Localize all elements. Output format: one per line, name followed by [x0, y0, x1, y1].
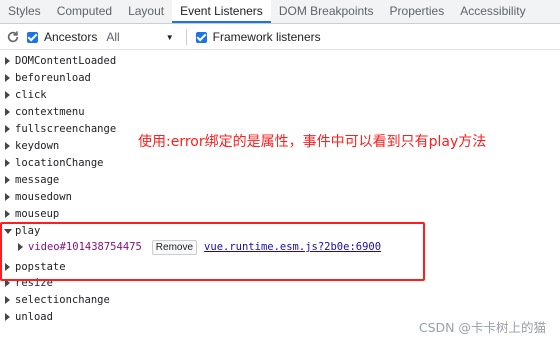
listener-row-play[interactable]: video#101438754475 Remove vue.runtime.es…: [0, 239, 381, 255]
listener-filter-value: All: [106, 30, 120, 44]
tab-styles[interactable]: Styles: [0, 0, 49, 23]
event-name: locationChange: [15, 157, 104, 169]
event-row-unload[interactable]: unload: [0, 309, 53, 325]
watermark: CSDN @卡卡树上的猫: [418, 320, 546, 335]
event-row-play[interactable]: play: [0, 223, 40, 239]
expand-arrow-icon: [5, 87, 11, 103]
ancestors-checkbox[interactable]: Ancestors: [27, 30, 97, 44]
event-name: contextmenu: [15, 106, 85, 118]
tab-properties[interactable]: Properties: [382, 0, 453, 23]
tab-accessibility[interactable]: Accessibility: [452, 0, 533, 23]
event-name: beforeunload: [15, 72, 91, 84]
expand-arrow-icon: [5, 155, 11, 171]
event-row-selectionchange[interactable]: selectionchange: [0, 292, 110, 308]
expand-arrow-icon: [5, 206, 11, 222]
event-row-domcontentloaded[interactable]: DOMContentLoaded: [0, 53, 116, 69]
event-row-resize[interactable]: resize: [0, 275, 53, 291]
expand-arrow-icon: [18, 239, 24, 255]
chevron-down-icon: ▼: [165, 32, 174, 42]
framework-listeners-checkbox[interactable]: Framework listeners: [195, 30, 321, 44]
event-listeners-toolbar: Ancestors All ▼ Framework listeners: [0, 25, 560, 50]
annotation-text: 使用:error绑定的是属性，事件中可以看到只有play方法: [138, 134, 487, 150]
expand-arrow-icon: [5, 309, 11, 325]
event-name: play: [15, 225, 41, 237]
event-name: keydown: [15, 140, 60, 152]
event-row-contextmenu[interactable]: contextmenu: [0, 104, 85, 120]
tab-computed[interactable]: Computed: [49, 0, 120, 23]
expand-arrow-icon: [5, 172, 11, 188]
expand-arrow-icon: [5, 70, 11, 86]
expand-arrow-icon: [5, 53, 11, 69]
tab-event-listeners[interactable]: Event Listeners: [172, 0, 271, 23]
remove-listener-button[interactable]: Remove: [151, 239, 198, 255]
expand-arrow-icon: [5, 138, 11, 154]
source-link[interactable]: vue.runtime.esm.js?2b0e:6900: [204, 239, 381, 255]
event-name: unload: [15, 311, 53, 323]
checkbox-checked-icon: [27, 31, 38, 43]
expand-arrow-icon: [5, 259, 11, 275]
expand-arrow-icon: [5, 104, 11, 120]
tab-dom-breakpoints[interactable]: DOM Breakpoints: [271, 0, 382, 23]
refresh-icon[interactable]: [6, 30, 20, 44]
expand-arrow-icon: [5, 292, 11, 308]
toolbar-divider: [185, 29, 187, 45]
expand-arrow-icon: [5, 275, 11, 291]
event-name: message: [15, 174, 60, 186]
ancestors-label: Ancestors: [44, 30, 98, 44]
event-name: selectionchange: [15, 294, 110, 306]
collapse-arrow-icon: [4, 223, 12, 239]
event-row-keydown[interactable]: keydown: [0, 138, 59, 154]
event-name: click: [15, 89, 47, 101]
event-row-message[interactable]: message: [0, 172, 59, 188]
event-row-fullscreenchange[interactable]: fullscreenchange: [0, 121, 116, 137]
event-row-mousedown[interactable]: mousedown: [0, 189, 72, 205]
tab-layout[interactable]: Layout: [120, 0, 172, 23]
event-name: mouseup: [15, 208, 60, 220]
listener-filter-select[interactable]: All ▼: [106, 30, 173, 44]
event-row-locationchange[interactable]: locationChange: [0, 155, 104, 171]
event-row-popstate[interactable]: popstate: [0, 259, 66, 275]
event-name: mousedown: [15, 191, 72, 203]
event-row-mouseup[interactable]: mouseup: [0, 206, 59, 222]
checkbox-checked-icon: [195, 31, 207, 43]
event-row-click[interactable]: click: [0, 87, 47, 103]
event-name: resize: [15, 277, 53, 289]
expand-arrow-icon: [5, 189, 11, 205]
tab-bar: Styles Computed Layout Event Listeners D…: [0, 0, 560, 24]
event-name: DOMContentLoaded: [15, 55, 117, 67]
event-name: popstate: [15, 261, 66, 273]
listener-node[interactable]: video#101438754475: [28, 239, 142, 255]
framework-listeners-label: Framework listeners: [212, 30, 321, 44]
event-name: fullscreenchange: [15, 123, 117, 135]
expand-arrow-icon: [5, 121, 11, 137]
event-row-beforeunload[interactable]: beforeunload: [0, 70, 91, 86]
